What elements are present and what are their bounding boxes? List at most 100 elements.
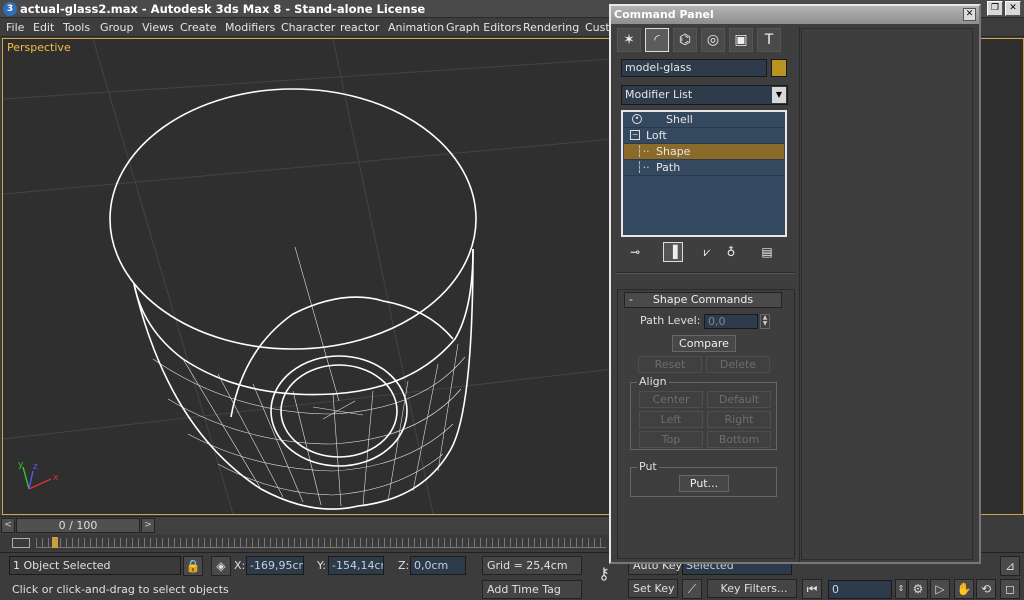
current-frame-field[interactable]: 0: [828, 580, 892, 599]
z-label: Z:: [398, 559, 410, 572]
command-panel-tabs: ✶ ◜ ⌬ ◎ ▣ T: [615, 26, 797, 56]
absolute-mode-icon[interactable]: ◈: [211, 556, 231, 576]
compare-button[interactable]: Compare: [672, 335, 736, 352]
show-end-result-icon[interactable]: ▐: [663, 242, 683, 262]
shape-commands-rollout: - Shape Commands Path Level: 0,0 ▲ ▼ Comp…: [617, 289, 795, 559]
go-to-start-icon[interactable]: ⏮: [802, 579, 822, 599]
path-level-label: Path Level:: [640, 314, 701, 327]
stack-toolbar: ⊸ ▐ ⩗ ♁ ▤: [621, 242, 791, 264]
menu-graph-editors[interactable]: Graph Editors: [446, 21, 522, 34]
menu-views[interactable]: Views: [142, 21, 174, 34]
x-coordinate-field[interactable]: -169,95cm: [246, 556, 304, 575]
menu-reactor[interactable]: reactor: [340, 21, 379, 34]
menu-tools[interactable]: Tools: [63, 21, 90, 34]
axis-y-label: y: [18, 460, 24, 470]
z-coordinate-field[interactable]: 0,0cm: [410, 556, 466, 575]
set-key-mode-icon[interactable]: ⟋: [682, 579, 702, 599]
menu-create[interactable]: Create: [180, 21, 217, 34]
tree-branch-icon: ┆··: [636, 161, 650, 174]
maximize-viewport-icon[interactable]: ◻: [1000, 579, 1020, 599]
utilities-tab-icon[interactable]: T: [757, 28, 781, 52]
path-level-field[interactable]: 0,0: [704, 314, 758, 329]
panel-second-column: [801, 28, 973, 560]
create-tab-icon[interactable]: ✶: [617, 28, 641, 52]
modify-tab-icon[interactable]: ◜: [645, 28, 669, 52]
close-icon[interactable]: ✕: [963, 8, 976, 21]
menu-rendering[interactable]: Rendering: [523, 21, 579, 34]
stack-item-label: Loft: [646, 129, 667, 142]
object-color-swatch[interactable]: [771, 59, 787, 77]
restore-icon[interactable]: ❐: [987, 1, 1003, 16]
next-frame-button[interactable]: >: [141, 518, 155, 533]
menu-group[interactable]: Group: [100, 21, 134, 34]
menu-customize[interactable]: Cust: [585, 21, 610, 34]
put-button[interactable]: Put...: [679, 475, 729, 492]
field-of-view-icon[interactable]: ⊿: [1000, 556, 1020, 576]
add-time-tag-button[interactable]: Add Time Tag: [482, 580, 582, 599]
put-group: Put Put...: [630, 460, 777, 497]
hierarchy-tab-icon[interactable]: ⌬: [673, 28, 697, 52]
rollout-title: Shape Commands: [652, 293, 754, 306]
time-slider[interactable]: 0 / 100: [16, 518, 140, 533]
menu-animation[interactable]: Animation: [388, 21, 444, 34]
remove-modifier-icon[interactable]: ♁: [721, 242, 741, 262]
stack-item-loft[interactable]: − Loft: [624, 128, 784, 144]
default-button[interactable]: Default: [707, 391, 771, 408]
glass-mesh: [152, 246, 466, 507]
modifier-list-dropdown[interactable]: Modifier List ▼: [621, 85, 788, 105]
top-button[interactable]: Top: [639, 431, 703, 448]
track-bar[interactable]: [0, 535, 610, 551]
menu-modifiers[interactable]: Modifiers: [225, 21, 275, 34]
pin-stack-icon[interactable]: ⊸: [625, 242, 645, 262]
menu-edit[interactable]: Edit: [33, 21, 54, 34]
construction-grid: [3, 39, 614, 514]
track-ruler[interactable]: [36, 538, 606, 548]
center-button[interactable]: Center: [639, 391, 703, 408]
close-icon[interactable]: ✕: [1005, 1, 1021, 16]
mini-curve-editor-icon[interactable]: [12, 538, 30, 548]
rollout-header[interactable]: - Shape Commands: [624, 292, 782, 308]
y-coordinate-field[interactable]: -154,14cm: [328, 556, 384, 575]
stack-item-label: Shape: [656, 145, 691, 158]
lock-selection-icon[interactable]: 🔒: [183, 556, 203, 576]
left-button[interactable]: Left: [639, 411, 703, 428]
bottom-button[interactable]: Bottom: [707, 431, 771, 448]
spinner-icon[interactable]: ▲ ▼: [760, 314, 770, 329]
reset-button[interactable]: Reset: [638, 356, 702, 373]
arc-rotate-icon[interactable]: ⟲: [976, 579, 996, 599]
key-filters-button[interactable]: Key Filters...: [707, 579, 797, 598]
menu-file[interactable]: File: [6, 21, 24, 34]
app-icon[interactable]: 3: [3, 2, 17, 16]
selection-count: 1 Object Selected: [9, 556, 181, 575]
right-button[interactable]: Right: [707, 411, 771, 428]
delete-button[interactable]: Delete: [706, 356, 770, 373]
menu-character[interactable]: Character: [281, 21, 335, 34]
command-panel-title[interactable]: Command Panel: [611, 6, 979, 24]
prev-frame-button[interactable]: <: [1, 518, 15, 533]
pan-icon[interactable]: ✋: [954, 579, 974, 599]
modifier-list-label: Modifier List: [625, 88, 693, 101]
motion-tab-icon[interactable]: ◎: [701, 28, 725, 52]
x-label: X:: [234, 559, 246, 572]
stack-item-shell[interactable]: • Shell: [624, 112, 784, 128]
viewport-label[interactable]: Perspective: [7, 41, 71, 54]
zoom-extents-icon[interactable]: ▷: [930, 579, 950, 599]
frame-spinner-icon[interactable]: ⇕: [895, 579, 907, 599]
rollout-collapse-icon[interactable]: -: [629, 293, 633, 307]
configure-sets-icon[interactable]: ▤: [757, 242, 777, 262]
y-label: Y:: [317, 559, 326, 572]
stack-item-path[interactable]: ┆·· Path: [624, 160, 784, 176]
display-tab-icon[interactable]: ▣: [729, 28, 753, 52]
make-unique-icon[interactable]: ⩗: [697, 242, 717, 262]
collapse-icon[interactable]: −: [630, 130, 640, 140]
set-key-button[interactable]: Set Key: [628, 579, 678, 598]
object-name-field[interactable]: model-glass: [621, 59, 767, 77]
stack-item-shape[interactable]: ┆·· Shape: [624, 144, 784, 160]
bulb-icon[interactable]: •: [632, 114, 642, 124]
time-config-icon[interactable]: ⚙: [908, 579, 928, 599]
separator: [615, 272, 795, 274]
key-icon[interactable]: ⚷: [590, 565, 618, 587]
chevron-down-icon[interactable]: ▼: [772, 87, 786, 103]
modifier-stack[interactable]: • Shell − Loft ┆·· Shape ┆·· Path: [621, 110, 787, 237]
frame-marker[interactable]: [52, 537, 58, 548]
